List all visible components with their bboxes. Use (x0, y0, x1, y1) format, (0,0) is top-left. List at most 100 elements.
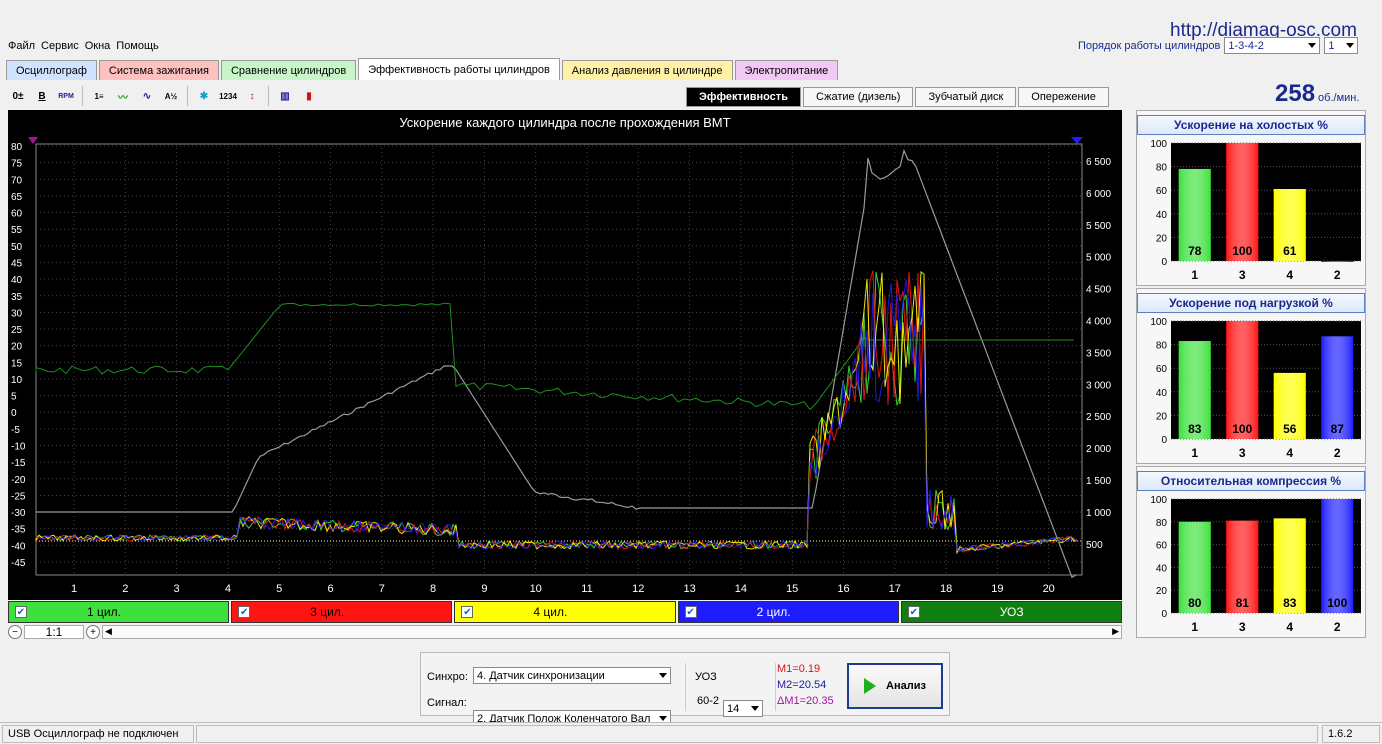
menu-service[interactable]: Сервис (41, 40, 79, 54)
y-tick-label: -40 (11, 541, 26, 552)
analyze-button[interactable]: Анализ (847, 663, 943, 709)
status-bar: USB Осциллограф не подключен 1.6.2 (0, 722, 1382, 744)
bar-value-label: 83 (1283, 596, 1297, 610)
legend-uoz[interactable]: ✔ УОЗ (900, 601, 1123, 623)
bar-y-tick: 100 (1150, 495, 1167, 506)
bar-value-label: 78 (1188, 244, 1202, 258)
rpm-icon[interactable]: RPM (56, 86, 76, 106)
bar-value-label: 100 (1327, 596, 1347, 610)
tab-cylinder-efficiency[interactable]: Эффективность работы цилиндров (358, 58, 560, 80)
tab-ignition[interactable]: Система зажигания (98, 60, 219, 80)
scroll-right-icon[interactable]: ▶ (1112, 626, 1119, 637)
subtab-gear-disc[interactable]: Зубчатый диск (915, 87, 1017, 107)
y-tick-label: 70 (11, 175, 23, 186)
y-tick-label: 20 (11, 342, 23, 353)
idle-acceleration-chart: 100 80 60 40 20 0 78 1 100 3 61 4 2 (1150, 139, 1361, 282)
y-tick-label: 75 (11, 159, 23, 170)
bar-y-tick: 60 (1156, 186, 1168, 197)
tab-cylinder-compare[interactable]: Сравнение цилиндров (220, 60, 357, 80)
numbered-list-icon[interactable]: 1≡ (89, 86, 109, 106)
y-tick-label: 10 (11, 375, 23, 386)
signal-label: Сигнал: (427, 697, 467, 709)
rpm-value: 258 (1275, 80, 1316, 107)
checkbox-icon[interactable]: ✔ (238, 606, 251, 618)
y-tick-label: 5 (11, 392, 17, 403)
bold-icon[interactable]: B (32, 86, 52, 106)
panel-title: Относительная компрессия % (1137, 471, 1365, 491)
y-tick-label: -5 (11, 425, 20, 436)
legend-cyl-1[interactable]: ✔ 1 цил. (8, 601, 230, 623)
bar-y-tick: 80 (1156, 163, 1168, 174)
version-label: 1.6.2 (1322, 725, 1380, 743)
subtab-compression[interactable]: Сжатие (дизель) (802, 87, 914, 107)
subtab-advance[interactable]: Опережение (1018, 87, 1109, 107)
menu-bar: Файл Сервис Окна Помощь (8, 40, 159, 54)
menu-windows[interactable]: Окна (85, 40, 111, 54)
scale-icon[interactable]: ▮ (299, 86, 319, 106)
toolbar: 0± B RPM 1≡ 〰 ∿ A½ ✱ 1234 ↕ ▥ ▮ (8, 84, 319, 108)
marker-icon[interactable]: ↕ (242, 86, 262, 106)
main-tabs: Осциллограф Система зажигания Сравнение … (6, 58, 839, 80)
rpm-unit: об./мин. (1318, 92, 1360, 104)
firing-order-spinner[interactable]: 1 (1324, 37, 1359, 54)
panel-title: Ускорение под нагрузкой % (1137, 293, 1365, 313)
y-tick-label: 45 (11, 258, 23, 269)
scroll-left-icon[interactable]: ◀ (105, 626, 112, 637)
sensor-icon[interactable]: ✱ (194, 86, 214, 106)
x-tick-label: 17 (889, 583, 901, 595)
line-chart-icon[interactable]: 〰 (113, 86, 133, 106)
y2-tick-label: 2 000 (1086, 444, 1111, 455)
checkbox-icon[interactable]: ✔ (461, 606, 474, 618)
analysis-controls: Синхро: 4. Датчик синхронизации Сигнал: … (420, 652, 950, 727)
panel-idle-acceleration: Ускорение на холостых % 100 80 60 40 20 0 78 1 1… (1136, 110, 1366, 286)
bar-y-tick: 40 (1156, 563, 1168, 574)
channel-legend: ✔ 1 цил. ✔ 3 цил. ✔ 4 цил. ✔ 2 цил. ✔ УОЗ (8, 601, 1123, 623)
checkbox-icon[interactable]: ✔ (684, 606, 697, 618)
zoom-in-icon[interactable]: + (86, 625, 100, 639)
y-tick-label: -45 (11, 558, 26, 569)
counter-icon[interactable]: 1234 (218, 86, 238, 106)
bar-chart-icon[interactable]: ▥ (275, 86, 295, 106)
bar-category-label: 4 (1286, 620, 1293, 634)
algorithm-icon[interactable]: A½ (161, 86, 181, 106)
legend-cyl-3[interactable]: ✔ 3 цил. (231, 601, 453, 623)
acceleration-chart[interactable]: Ускорение каждого цилиндра после прохожд… (8, 110, 1122, 600)
relative-compression-chart: 100 80 60 40 20 0 80 1 81 3 83 4 100 2 (1150, 495, 1361, 634)
bar-y-tick: 100 (1150, 317, 1167, 328)
sync-label: Синхро: (427, 671, 468, 683)
y-tick-label: 25 (11, 325, 23, 336)
uoz-spinner[interactable]: 14 (723, 700, 763, 717)
y-tick-label: -30 (11, 508, 26, 519)
subtab-efficiency[interactable]: Эффективность (686, 87, 801, 107)
menu-file[interactable]: Файл (8, 40, 35, 54)
y-tick-label: 60 (11, 209, 23, 220)
checkbox-icon[interactable]: ✔ (907, 606, 920, 618)
x-tick-label: 2 (122, 583, 128, 595)
x-tick-label: 20 (1043, 583, 1055, 595)
legend-cyl-4[interactable]: ✔ 4 цил. (454, 601, 676, 623)
y-tick-label: 50 (11, 242, 23, 253)
marker-m2: M2=20.54 (777, 679, 827, 691)
tab-power-supply[interactable]: Электропитание (734, 60, 839, 80)
y-tick-label: 30 (11, 308, 23, 319)
horizontal-scrollbar[interactable]: ◀ ▶ (102, 625, 1122, 639)
bar-value-label: 87 (1331, 422, 1345, 436)
y-tick-label: -35 (11, 525, 26, 536)
sub-tabs: Эффективность Сжатие (дизель) Зубчатый д… (686, 87, 1109, 107)
tab-pressure-analysis[interactable]: Анализ давления в цилиндре (561, 60, 733, 80)
bar-y-tick: 0 (1161, 257, 1167, 268)
firing-order-select[interactable]: 1-3-4-2 (1224, 37, 1321, 54)
zero-offset-icon[interactable]: 0± (8, 86, 28, 106)
tab-oscilloscope[interactable]: Осциллограф (6, 60, 97, 80)
menu-help[interactable]: Помощь (116, 40, 159, 54)
y2-tick-label: 5 500 (1086, 221, 1111, 232)
checkbox-icon[interactable]: ✔ (15, 606, 27, 618)
teeth-pattern: 60-2 (697, 695, 720, 707)
legend-cyl-2[interactable]: ✔ 2 цил. (677, 601, 899, 623)
load-acceleration-chart: 100 80 60 40 20 0 83 1 100 3 56 4 87 2 (1150, 317, 1361, 460)
sync-select[interactable]: 4. Датчик синхронизации (473, 667, 671, 684)
bar-category-label: 2 (1334, 268, 1341, 282)
wave-icon[interactable]: ∿ (137, 86, 157, 106)
x-tick-label: 11 (581, 583, 592, 595)
zoom-out-icon[interactable]: − (8, 625, 22, 639)
